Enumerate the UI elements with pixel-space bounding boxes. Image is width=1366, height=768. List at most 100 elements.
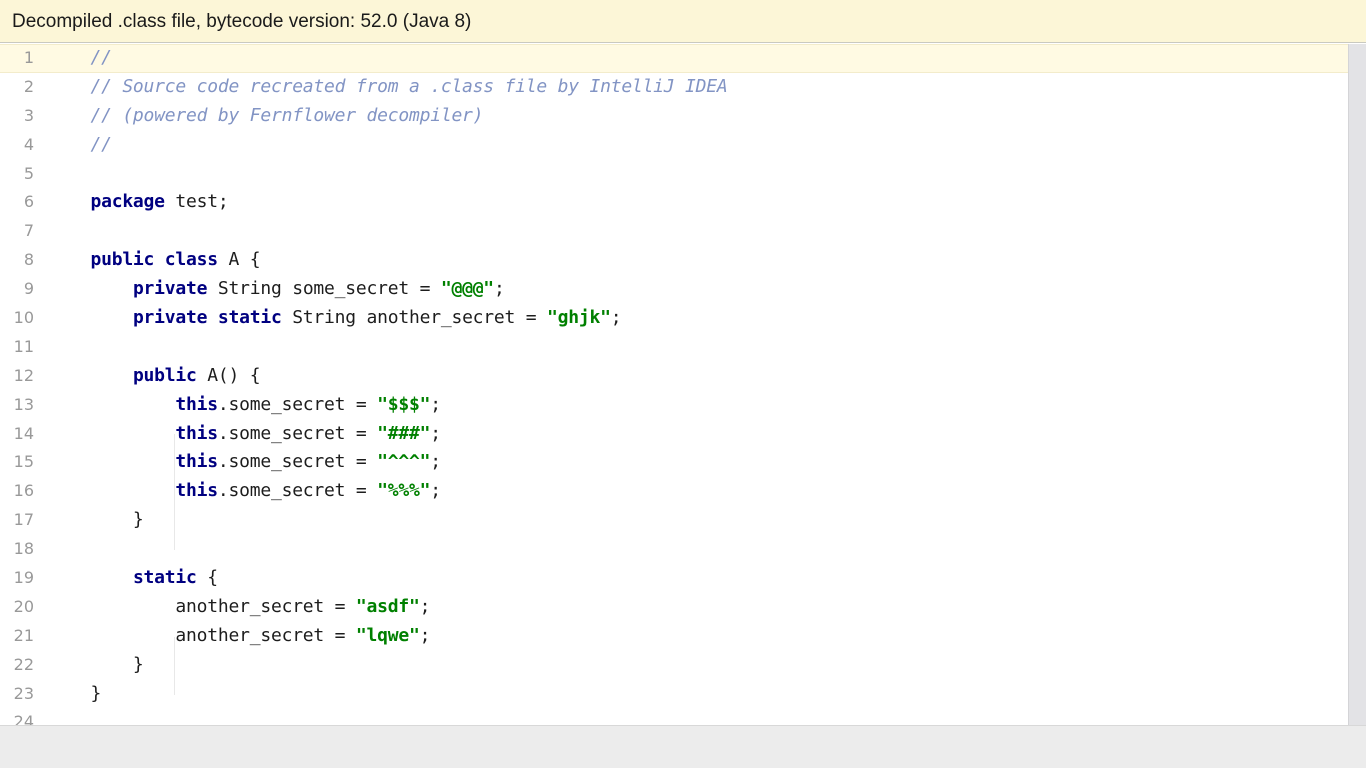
code-token-pln [48, 480, 175, 501]
code-line[interactable]: 17 } [0, 506, 1348, 535]
code-line[interactable]: 15 this.some_secret = "^^^"; [0, 448, 1348, 477]
line-number: 4 [23, 134, 34, 154]
line-number: 10 [13, 308, 34, 328]
line-number: 22 [13, 654, 34, 674]
code-token-pln: ; [419, 624, 431, 646]
code-token-pln: .some_secret = [217, 451, 378, 473]
code-token-pln: .some_secret = [217, 422, 378, 444]
code-token-pln [48, 278, 133, 299]
code-token-pln: test; [164, 191, 229, 213]
code-token-pln: A { [217, 249, 261, 271]
code-token-pln [48, 307, 133, 328]
line-number: 1 [23, 48, 34, 67]
indent-guide-constructor [174, 434, 175, 550]
line-number: 15 [13, 452, 34, 472]
code-line-text: } [48, 680, 101, 709]
code-token-str: "###" [377, 422, 431, 444]
code-token-cmt: // Source code recreated from a .class f… [90, 75, 728, 97]
code-line[interactable]: 3 // (powered by Fernflower decompiler) [0, 102, 1348, 131]
decompiled-banner-text: Decompiled .class file, bytecode version… [12, 10, 472, 32]
vertical-scrollbar[interactable] [1348, 44, 1366, 725]
code-token-kw: private static [132, 307, 282, 329]
code-line[interactable]: 9 private String some_secret = "@@@"; [0, 275, 1348, 304]
code-token-pln: A() { [196, 364, 261, 386]
code-token-pln [48, 567, 133, 588]
code-line[interactable]: 22 } [0, 651, 1348, 680]
code-line[interactable]: 14 this.some_secret = "###"; [0, 420, 1348, 449]
code-line[interactable]: 6 package test; [0, 188, 1348, 217]
horizontal-scrollbar[interactable] [0, 725, 1366, 768]
code-token-pln [48, 76, 90, 97]
code-token-str: "asdf" [355, 595, 420, 617]
code-token-pln: another_secret = [48, 595, 356, 617]
code-token-str: "lqwe" [355, 624, 420, 646]
code-token-pln [48, 134, 90, 155]
code-token-cmt: // [90, 133, 112, 155]
code-line[interactable]: 1 // [0, 44, 1348, 73]
code-line-text: // [48, 44, 112, 73]
code-line-text: this.some_secret = "^^^"; [48, 448, 441, 477]
code-line[interactable]: 24 [0, 708, 1348, 725]
line-number: 23 [13, 683, 34, 703]
code-line[interactable]: 5 [0, 160, 1348, 189]
code-line[interactable]: 19 static { [0, 564, 1348, 593]
code-line[interactable]: 16 this.some_secret = "%%%"; [0, 477, 1348, 506]
code-line[interactable]: 13 this.some_secret = "$$$"; [0, 391, 1348, 420]
code-token-pln [48, 191, 90, 212]
code-line-text: package test; [48, 188, 229, 217]
code-line-text: this.some_secret = "%%%"; [48, 477, 441, 506]
code-token-pln: } [48, 653, 144, 675]
code-token-str: "ghjk" [547, 307, 611, 329]
code-token-str: "%%%" [377, 480, 431, 502]
line-number: 20 [13, 596, 34, 616]
code-content[interactable]: 1 //2 // Source code recreated from a .c… [0, 44, 1348, 725]
horizontal-scrollbar-thumb[interactable] [2, 728, 1322, 736]
code-token-pln: .some_secret = [217, 393, 378, 415]
code-line-text: public A() { [48, 362, 261, 391]
code-line[interactable]: 20 another_secret = "asdf"; [0, 593, 1348, 622]
code-line[interactable]: 23 } [0, 680, 1348, 709]
line-number: 8 [23, 250, 34, 270]
line-number: 19 [13, 568, 34, 588]
code-line[interactable]: 8 public class A { [0, 246, 1348, 275]
code-token-str: "$$$" [377, 393, 431, 415]
line-number: 13 [13, 394, 34, 414]
code-token-pln: ; [430, 422, 441, 444]
code-line[interactable]: 21 another_secret = "lqwe"; [0, 622, 1348, 651]
line-number: 16 [13, 481, 34, 501]
code-token-pln [48, 365, 133, 386]
line-number: 2 [23, 76, 34, 96]
code-token-pln: } [48, 682, 102, 704]
code-line[interactable]: 7 [0, 217, 1348, 246]
line-number: 24 [13, 712, 34, 725]
code-line-text: this.some_secret = "###"; [48, 420, 441, 449]
code-token-kw: package [90, 191, 165, 213]
code-token-pln: ; [430, 480, 441, 502]
code-token-pln: ; [610, 307, 622, 329]
code-token-pln [48, 105, 90, 126]
code-line[interactable]: 10 private static String another_secret … [0, 304, 1348, 333]
code-token-pln: String some_secret = [207, 278, 441, 300]
code-line-text: another_secret = "lqwe"; [48, 622, 430, 651]
code-token-pln: .some_secret = [217, 480, 378, 502]
line-number: 14 [13, 423, 34, 443]
code-token-pln [48, 451, 175, 472]
code-line[interactable]: 4 // [0, 131, 1348, 160]
line-number: 21 [13, 625, 34, 645]
code-token-cmt: // [90, 47, 112, 68]
code-editor[interactable]: 1 //2 // Source code recreated from a .c… [0, 44, 1348, 725]
code-token-pln [48, 47, 90, 68]
code-line[interactable]: 12 public A() { [0, 362, 1348, 391]
code-line[interactable]: 18 [0, 535, 1348, 564]
code-token-pln [48, 249, 90, 270]
code-line[interactable]: 11 [0, 333, 1348, 362]
line-number: 6 [23, 192, 34, 212]
code-line-text: } [48, 651, 144, 680]
code-line-text: } [48, 506, 144, 535]
code-line-text: // Source code recreated from a .class f… [48, 73, 728, 102]
code-line-text: // (powered by Fernflower decompiler) [48, 102, 483, 131]
line-number: 3 [23, 105, 34, 125]
code-token-pln: ; [493, 278, 505, 300]
code-token-kw: this [175, 480, 218, 502]
code-line[interactable]: 2 // Source code recreated from a .class… [0, 73, 1348, 102]
